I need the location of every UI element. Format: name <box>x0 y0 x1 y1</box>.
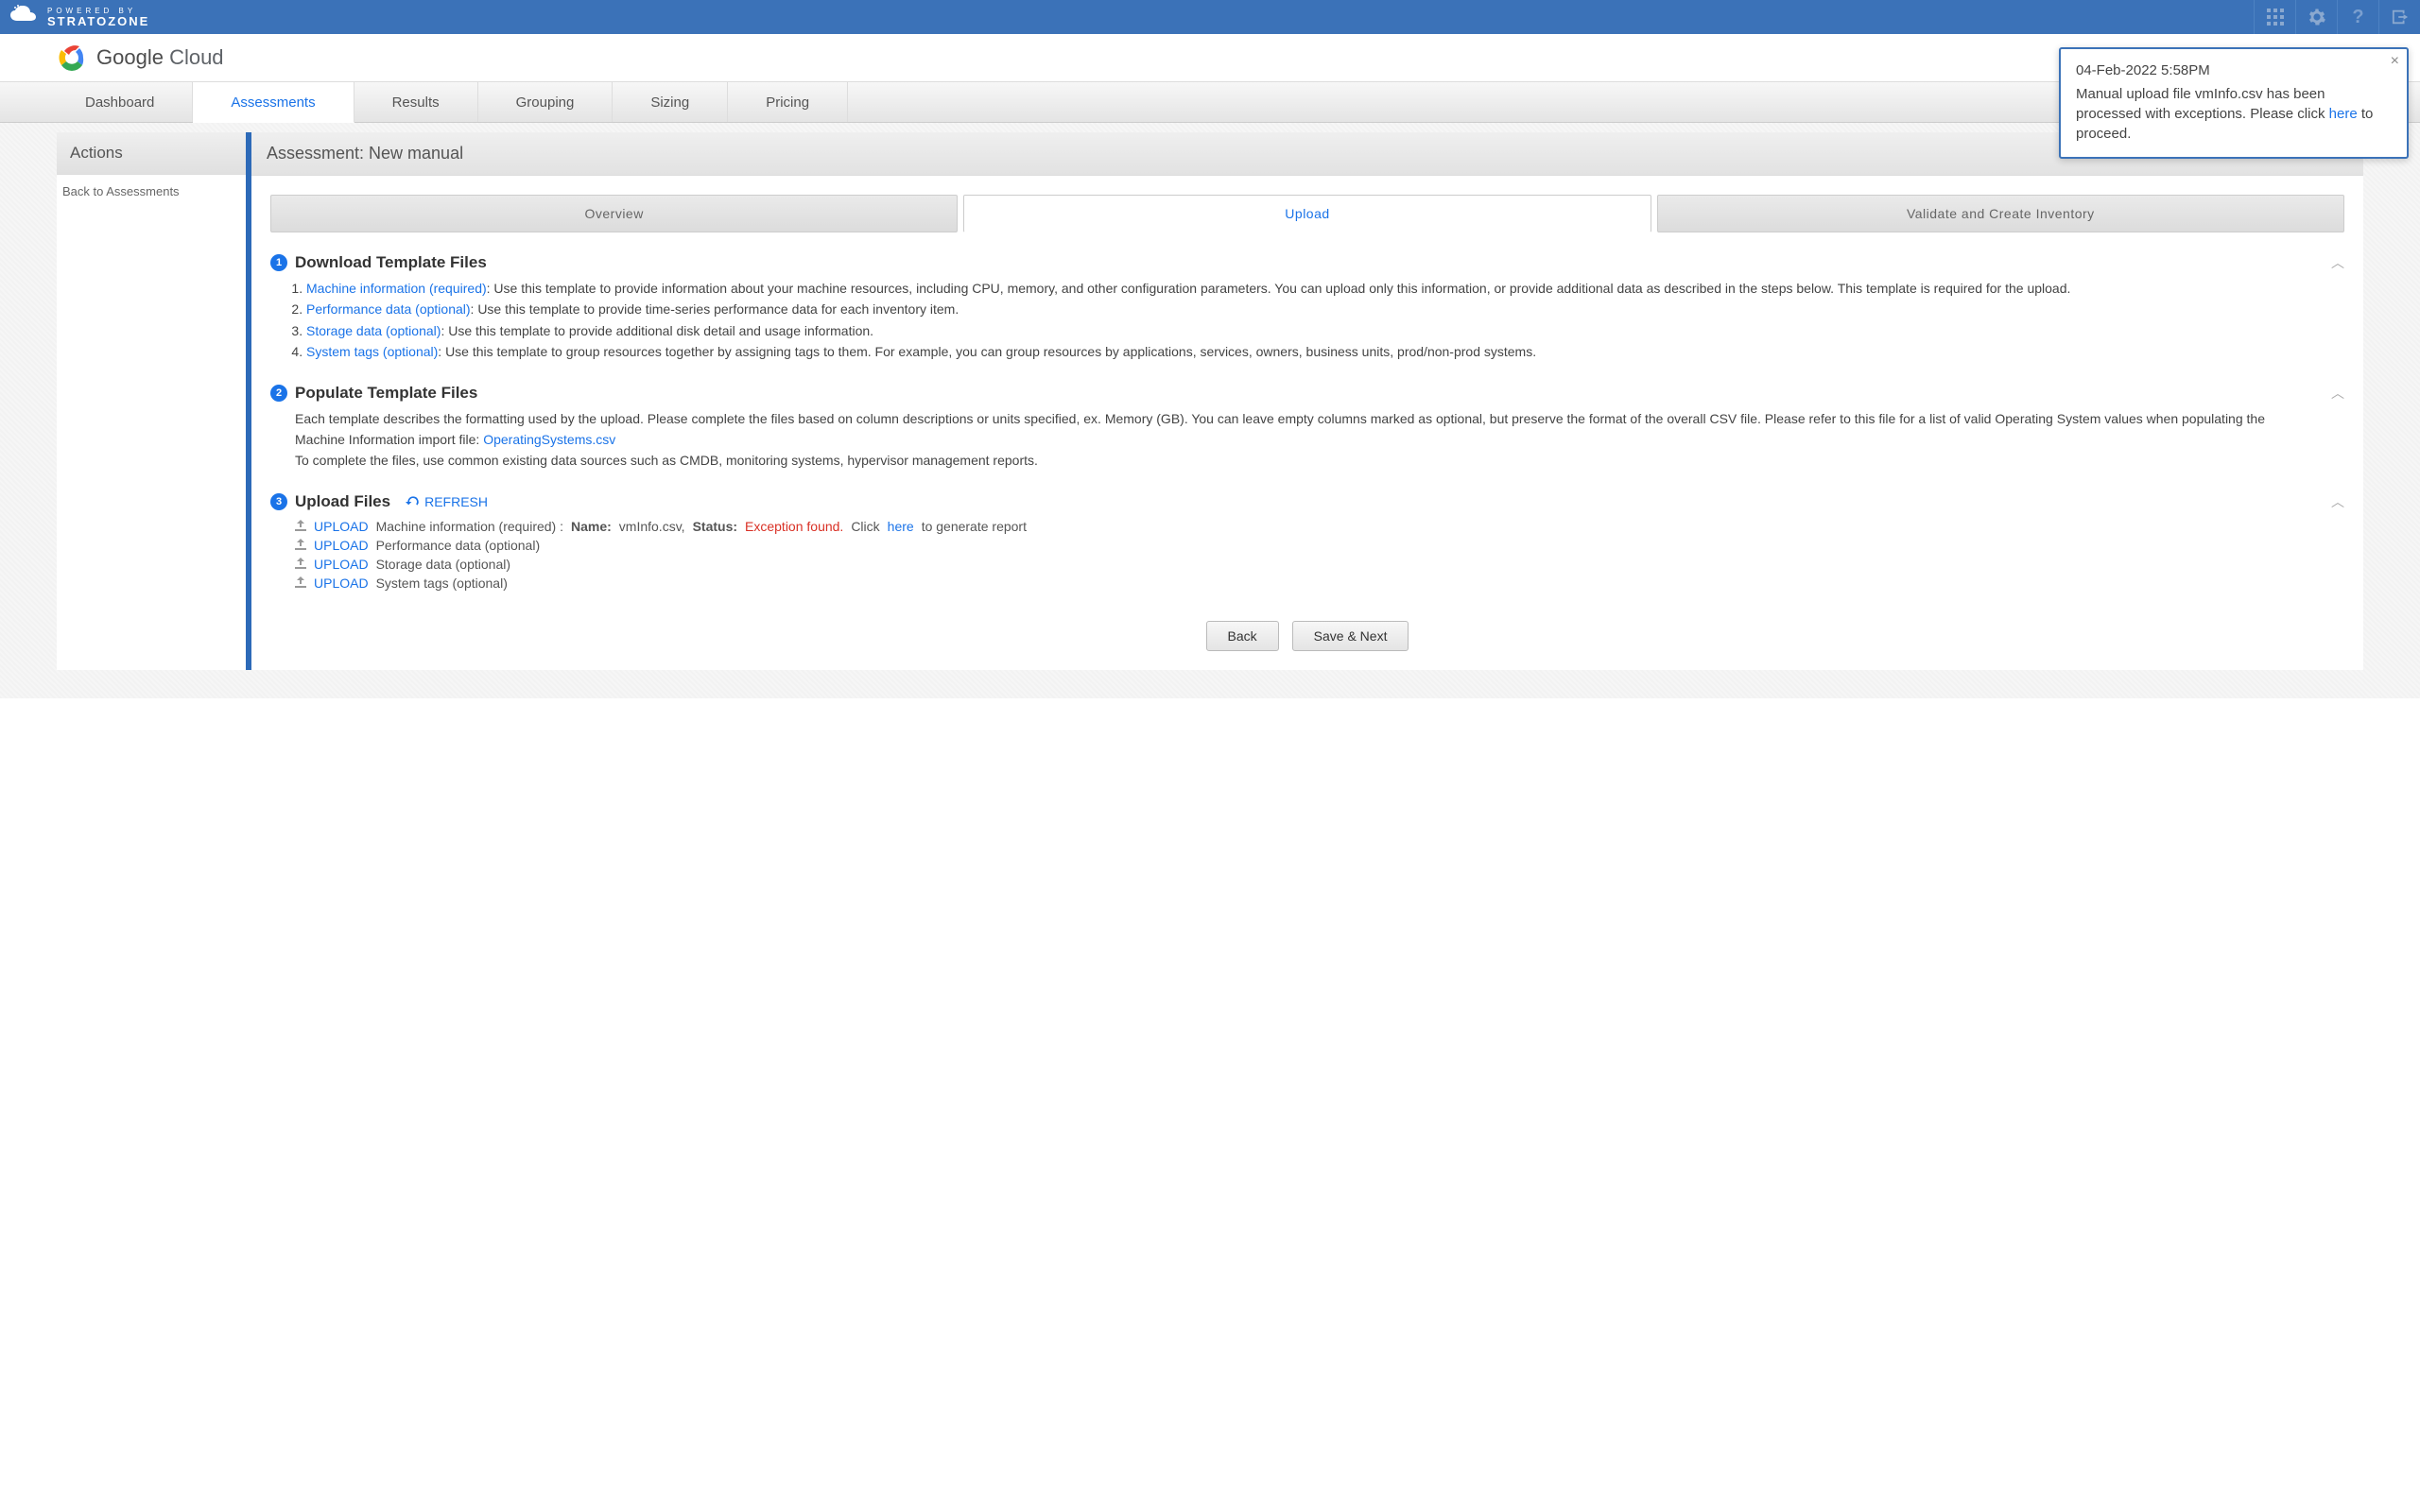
chevron-up-icon[interactable]: ︿ <box>2331 253 2344 272</box>
step-download: 1 Download Template Files ︿ Machine info… <box>270 253 2344 363</box>
nav-results[interactable]: Results <box>354 82 478 122</box>
cloud-icon <box>9 4 38 30</box>
template-desc: : Use this template to provide additiona… <box>441 323 873 338</box>
click-text: Click <box>851 519 879 534</box>
upload-label: Performance data (optional) <box>376 538 541 553</box>
upload-button[interactable]: UPLOAD <box>314 538 369 553</box>
sub-tabs: OverviewUploadValidate and Create Invent… <box>270 195 2344 232</box>
refresh-button[interactable]: REFRESH <box>406 494 488 509</box>
upload-row: UPLOAD System tags (optional) <box>295 574 2316 593</box>
upload-icon <box>295 576 306 591</box>
main-nav: DashboardAssessmentsResultsGroupingSizin… <box>0 81 2420 123</box>
nav-sizing[interactable]: Sizing <box>613 82 728 122</box>
subtab-upload[interactable]: Upload <box>963 195 1651 232</box>
notification-time: 04-Feb-2022 5:58PM <box>2076 62 2392 78</box>
refresh-icon <box>406 494 421 509</box>
brand-label: STRATOZONE <box>47 15 149 27</box>
template-link[interactable]: Storage data (optional) <box>306 323 441 338</box>
nav-pricing[interactable]: Pricing <box>728 82 848 122</box>
notification-body: Manual upload file vmInfo.csv has been p… <box>2076 84 2392 144</box>
top-bar: POWERED BY STRATOZONE ? <box>0 0 2420 34</box>
assessment-title: Assessment: New manual <box>251 132 2363 176</box>
step-number-icon: 3 <box>270 493 287 510</box>
gc-cloud-icon <box>57 43 87 73</box>
save-next-button[interactable]: Save & Next <box>1292 621 1409 651</box>
logout-icon[interactable] <box>2378 0 2420 34</box>
name-value: vmInfo.csv, <box>619 519 685 534</box>
upload-row: UPLOAD Performance data (optional) <box>295 536 2316 555</box>
os-csv-link[interactable]: OperatingSystems.csv <box>483 432 615 447</box>
gc-logo: Google Cloud <box>57 43 224 73</box>
sidebar: Actions Back to Assessments <box>57 132 246 670</box>
upload-label: Storage data (optional) <box>376 557 510 572</box>
chevron-up-icon[interactable]: ︿ <box>2331 492 2344 511</box>
nav-dashboard[interactable]: Dashboard <box>47 82 193 122</box>
status-label: Status: <box>693 519 737 534</box>
back-to-assessments-link[interactable]: Back to Assessments <box>57 175 246 208</box>
subtab-validate-and-create-inventory[interactable]: Validate and Create Inventory <box>1657 195 2344 232</box>
template-desc: : Use this template to group resources t… <box>438 344 1536 359</box>
help-icon[interactable]: ? <box>2337 0 2378 34</box>
notification-popup: × 04-Feb-2022 5:58PM Manual upload file … <box>2059 47 2409 159</box>
step-title-label: Populate Template Files <box>295 384 477 403</box>
sidebar-header: Actions <box>57 132 246 175</box>
template-link[interactable]: Performance data (optional) <box>306 301 471 317</box>
generate-report-link[interactable]: here <box>888 519 914 534</box>
gc-title: Google Cloud <box>96 45 224 70</box>
close-icon[interactable]: × <box>2391 53 2399 70</box>
step-title-label: Upload Files <box>295 492 390 511</box>
step-number-icon: 1 <box>270 254 287 271</box>
topbar-brand: POWERED BY STRATOZONE <box>0 4 149 30</box>
apps-icon[interactable] <box>2254 0 2295 34</box>
upload-icon <box>295 519 306 534</box>
status-value: Exception found. <box>745 519 843 534</box>
upload-row: UPLOAD Machine information (required) : … <box>295 517 2316 536</box>
gen-text: to generate report <box>922 519 1027 534</box>
upload-row: UPLOAD Storage data (optional) <box>295 555 2316 574</box>
template-desc: : Use this template to provide informati… <box>487 281 2071 296</box>
template-desc: : Use this template to provide time-seri… <box>471 301 959 317</box>
main-panel: Assessment: New manual OverviewUploadVal… <box>246 132 2363 670</box>
upload-icon <box>295 557 306 572</box>
back-button[interactable]: Back <box>1206 621 1279 651</box>
gear-icon[interactable] <box>2295 0 2337 34</box>
step-populate: 2 Populate Template Files ︿ Each templat… <box>270 384 2344 472</box>
step2-desc2: To complete the files, use common existi… <box>295 450 2316 471</box>
gc-header: Google Cloud <box>0 34 2420 81</box>
notification-here-link[interactable]: here <box>2329 106 2358 122</box>
nav-assessments[interactable]: Assessments <box>193 82 354 123</box>
step-title-label: Download Template Files <box>295 253 487 272</box>
subtab-overview[interactable]: Overview <box>270 195 958 232</box>
topbar-actions: ? <box>2254 0 2420 34</box>
template-link[interactable]: Machine information (required) <box>306 281 487 296</box>
upload-button[interactable]: UPLOAD <box>314 519 369 534</box>
wizard-buttons: Back Save & Next <box>270 621 2344 651</box>
upload-label: Machine information (required) : <box>376 519 563 534</box>
chevron-up-icon[interactable]: ︿ <box>2331 384 2344 403</box>
upload-button[interactable]: UPLOAD <box>314 576 369 591</box>
upload-label: System tags (optional) <box>376 576 508 591</box>
step-number-icon: 2 <box>270 385 287 402</box>
name-label: Name: <box>571 519 612 534</box>
template-link[interactable]: System tags (optional) <box>306 344 438 359</box>
upload-icon <box>295 538 306 553</box>
step-upload: 3 Upload Files REFRESH ︿ UPLOAD Machine … <box>270 492 2344 593</box>
upload-button[interactable]: UPLOAD <box>314 557 369 572</box>
nav-grouping[interactable]: Grouping <box>478 82 614 122</box>
